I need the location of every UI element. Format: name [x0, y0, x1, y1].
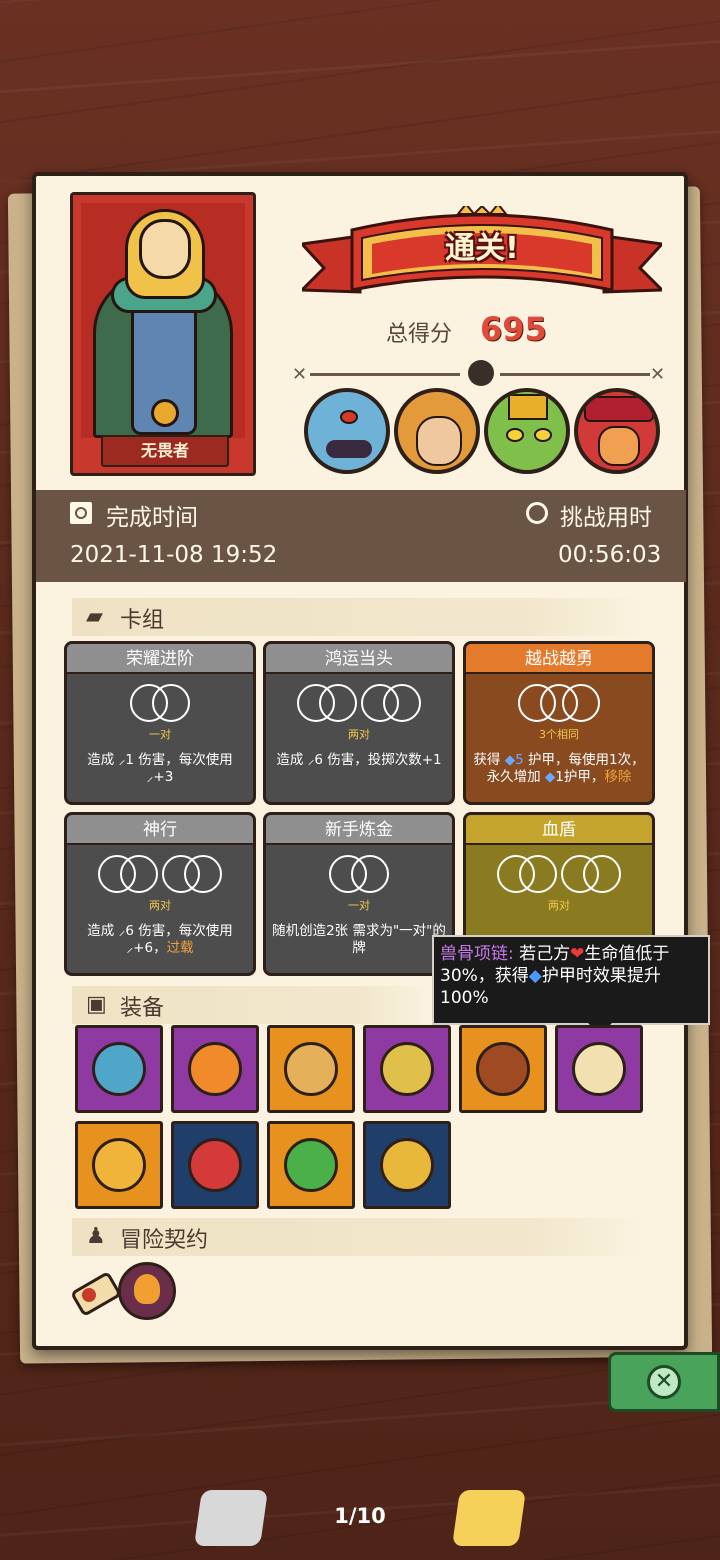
card-title: 血盾	[466, 815, 652, 845]
score-row: 总得分 695	[386, 310, 646, 354]
card-description: 随机创造2张 需求为"一对"的牌	[272, 923, 446, 956]
divider-left	[310, 373, 460, 376]
card-requirement: 一对	[348, 899, 370, 912]
contract-campfire-icon[interactable]	[118, 1262, 178, 1322]
close-button[interactable]: ✕	[608, 1352, 720, 1412]
contracts-section-header: ♟ 冒险契约	[72, 1218, 646, 1256]
dice-slots	[466, 684, 652, 726]
boss-portrait-old-sage[interactable]	[394, 388, 480, 474]
person-icon: ♟	[86, 1224, 106, 1249]
equipment-slot-money-bag[interactable]	[267, 1025, 355, 1113]
deck-title: 卡组	[120, 608, 165, 633]
card-description: 造成 ⸝6 伤害，每次使用 ⸝+6，过载	[87, 923, 233, 956]
equipment-section-header: ▣ 装备	[72, 986, 432, 1024]
challenge-time-value: 00:56:03	[558, 542, 662, 568]
crossed-swords-icon: ✕	[650, 364, 666, 385]
equipment-slot-ruby[interactable]	[171, 1121, 259, 1209]
card-title: 荣耀进阶	[67, 644, 253, 674]
dice-slots	[67, 855, 253, 897]
page-indicator: 1/10	[334, 1504, 386, 1528]
deck-card[interactable]: 荣耀进阶 一对 造成 ⸝1 伤害，每次使用 ⸝+3	[64, 641, 256, 805]
cards-icon: ▰	[86, 604, 103, 629]
equipment-slot-bone-necklace[interactable]	[555, 1025, 643, 1113]
equipment-slot-mirror[interactable]	[363, 1025, 451, 1113]
shield-icon: ◆	[504, 752, 516, 768]
deck-section-header: ▰ 卡组	[72, 598, 646, 636]
card-requirement: 3个相同	[539, 728, 579, 741]
finish-time-value: 2021-11-08 19:52	[70, 542, 278, 568]
heart-icon: ❤	[570, 944, 585, 964]
time-stats-bar: 完成时间 2021-11-08 19:52 挑战用时 00:56:03	[36, 490, 686, 582]
deck-card[interactable]: 越战越勇 3个相同 获得 ◆5 护甲，每使用1次，永久增加 ◆1护甲，移除	[463, 641, 655, 805]
equipment-slot-beast-mask[interactable]	[75, 1025, 163, 1113]
card-title: 鸿运当头	[266, 644, 452, 674]
close-icon: ✕	[647, 1365, 681, 1399]
crossed-swords-icon: ✕	[292, 364, 308, 385]
card-title: 越战越勇	[466, 644, 652, 674]
dice-slots	[266, 684, 452, 726]
pagination: 1/10	[0, 1490, 720, 1550]
stopwatch-icon	[526, 502, 548, 524]
hero-emblem-icon	[151, 399, 179, 427]
equipment-title: 装备	[120, 996, 165, 1021]
boss-portrait-green-goblin[interactable]	[484, 388, 570, 474]
equipment-slot-moss-stone[interactable]	[267, 1121, 355, 1209]
divider-right	[500, 373, 650, 376]
boss-portrait-red-jester[interactable]	[574, 388, 660, 474]
card-description: 造成 ⸝1 伤害，每次使用 ⸝+3	[87, 752, 233, 785]
deck-card[interactable]: 鸿运当头 两对 造成 ⸝6 伤害，投掷次数+1	[263, 641, 455, 805]
deck-card[interactable]: 神行 两对 造成 ⸝6 伤害，每次使用 ⸝+6，过载	[64, 812, 256, 976]
equipment-slot-leather-helmet[interactable]	[459, 1025, 547, 1113]
dice-slots	[67, 684, 253, 726]
victory-title: 通关!	[445, 231, 519, 266]
card-requirement: 一对	[149, 728, 171, 741]
tooltip-item-name: 兽骨项链:	[440, 944, 514, 964]
contracts-title: 冒险契约	[120, 1228, 209, 1253]
boss-portrait-blue-ogre[interactable]	[304, 388, 390, 474]
hero-face	[139, 219, 191, 279]
prev-page-button[interactable]	[194, 1490, 268, 1546]
hero-card[interactable]: 无畏者	[70, 192, 256, 476]
deck-card[interactable]: 新手炼金 一对 随机创造2张 需求为"一对"的牌	[263, 812, 455, 976]
card-requirement: 两对	[548, 899, 570, 912]
card-description: 获得 ◆5 护甲，每使用1次，永久增加 ◆1护甲，移除	[473, 752, 645, 785]
card-description: 造成 ⸝6 伤害，投掷次数+1	[276, 752, 442, 768]
box-icon: ▣	[86, 992, 107, 1017]
dice-slots	[466, 855, 652, 897]
shield-icon: ◆	[544, 769, 556, 785]
card-title: 神行	[67, 815, 253, 845]
finish-time-label: 完成时间	[106, 505, 198, 531]
skull-icon	[468, 360, 494, 386]
card-requirement: 两对	[149, 899, 171, 912]
item-tooltip: 兽骨项链: 若己方❤生命值低于30%，获得◆护甲时效果提升100%	[432, 935, 710, 1025]
card-requirement: 两对	[348, 728, 370, 741]
card-title: 新手炼金	[266, 815, 452, 845]
challenge-time-label: 挑战用时	[560, 505, 652, 531]
equipment-slot-flame-gauntlet[interactable]	[171, 1025, 259, 1113]
next-page-button[interactable]	[452, 1490, 526, 1546]
hero-name: 无畏者	[101, 435, 229, 467]
score-label: 总得分	[386, 322, 453, 347]
equipment-slot-gold-helmet[interactable]	[363, 1121, 451, 1209]
equipment-slot-feather[interactable]	[75, 1121, 163, 1209]
dice-slots	[266, 855, 452, 897]
shield-icon: ◆	[528, 966, 542, 986]
film-icon	[70, 502, 92, 524]
score-value: 695	[480, 310, 547, 348]
